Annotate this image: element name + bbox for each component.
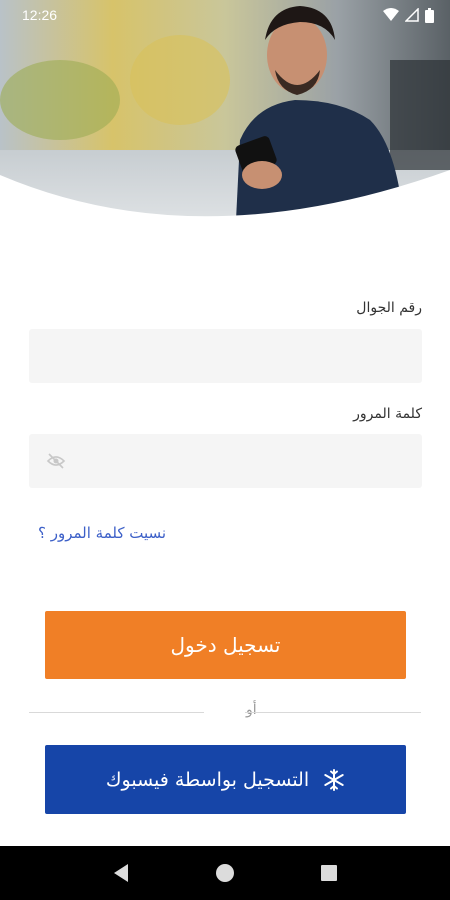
recents-icon[interactable]	[320, 864, 338, 882]
status-bar: 12:26	[0, 0, 450, 30]
hero-curve	[0, 170, 450, 240]
password-label: كلمة المرور	[353, 406, 422, 422]
or-text: أو	[246, 702, 257, 718]
system-nav-bar	[0, 846, 450, 900]
phone-label: رقم الجوال	[356, 300, 422, 316]
hero-image	[0, 0, 450, 240]
forgot-password-link[interactable]: نسيت كلمة المرور ؟	[38, 524, 166, 542]
phone-field[interactable]	[29, 329, 422, 383]
facebook-button-label: التسجيل بواسطة فيسبوك	[105, 768, 310, 791]
login-button[interactable]: تسجيل دخول	[45, 611, 406, 679]
eye-off-icon[interactable]	[46, 452, 66, 470]
divider-line-left	[29, 712, 204, 713]
status-time: 12:26	[22, 7, 58, 23]
wifi-icon	[383, 8, 399, 21]
battery-icon	[425, 7, 434, 23]
facebook-login-button[interactable]: التسجيل بواسطة فيسبوك	[45, 745, 406, 814]
back-icon[interactable]	[112, 863, 130, 883]
divider-line-right	[245, 712, 421, 713]
login-button-label: تسجيل دخول	[170, 633, 281, 657]
home-icon[interactable]	[215, 863, 235, 883]
password-field[interactable]	[29, 434, 422, 488]
signal-icon	[405, 8, 419, 22]
status-icons	[383, 7, 434, 23]
snowflake-icon	[324, 768, 344, 791]
or-divider: أو	[29, 700, 422, 724]
